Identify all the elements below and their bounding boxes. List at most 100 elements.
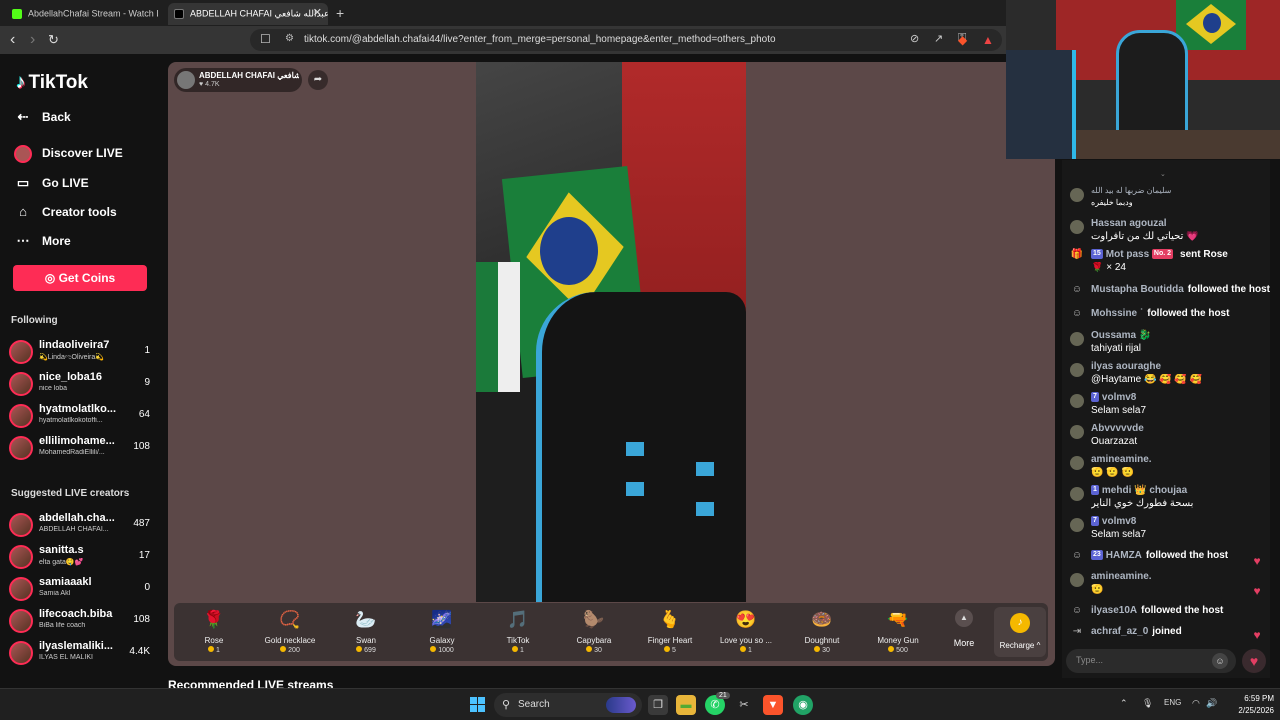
coin-icon: [430, 646, 437, 652]
gift-love-you[interactable]: 😍 Love you so ... 1: [708, 607, 784, 654]
suggested-user[interactable]: sanitta.s elta gata🤤💕 17: [9, 542, 154, 572]
speaker-icon[interactable]: 🔊: [1206, 698, 1217, 709]
avatar: [9, 372, 33, 396]
microphone-icon[interactable]: 🎙: [1142, 698, 1153, 709]
user-icon: ☺: [1071, 284, 1083, 295]
file-explorer-icon[interactable]: ▬: [676, 695, 696, 715]
following-user[interactable]: lindaoliveira7 💫LindaಌOliveira💫 1: [9, 337, 154, 367]
join-icon: ⇥: [1072, 626, 1082, 637]
share-icon[interactable]: ↗: [934, 32, 943, 45]
user-icon: ☺: [1071, 605, 1083, 616]
windows-start-icon[interactable]: [470, 697, 486, 713]
following-user[interactable]: ellilimohame... MohamedRadiEllili/... 108: [9, 433, 154, 463]
gift-rose[interactable]: 🌹 Rose 1: [176, 607, 252, 654]
taskbar-search[interactable]: ⚲ Search: [494, 693, 642, 717]
brave-rewards-icon[interactable]: ▲: [982, 30, 994, 50]
bookmark-icon[interactable]: ☐: [260, 32, 271, 46]
get-coins-button[interactable]: ◎ Get Coins: [13, 265, 147, 291]
browser-tab-tiktok[interactable]: ABDELLAH CHAFAI عبدالله شافعي ✕: [168, 3, 328, 25]
avatar: [1070, 332, 1084, 346]
suggested-user[interactable]: samiaaakl Samia Akl 0: [9, 574, 154, 604]
site-info-icon[interactable]: ⚙: [285, 33, 294, 44]
url-field[interactable]: ☐ ⚙ tiktok.com/@abdellah.chafai44/live?e…: [250, 29, 1002, 51]
host-info[interactable]: ABDELLAH CHAFAI عبدالله شافعي ♥ 4.7K: [174, 68, 302, 92]
browser-tab-kick[interactable]: AbdellahChafai Stream - Watch Live o: [6, 3, 158, 25]
coin-icon: [664, 646, 671, 652]
close-tab-icon[interactable]: ✕: [313, 3, 322, 23]
level-badge: 15: [1091, 249, 1103, 260]
chevron-down-icon[interactable]: ⌄: [1160, 170, 1166, 178]
tiktok-note-icon: ♪: [16, 72, 26, 93]
nav-discover-live[interactable]: Discover LIVE: [14, 145, 123, 163]
avatar: [9, 577, 33, 601]
ellipsis-icon: ⋯: [16, 233, 30, 248]
suggested-user[interactable]: abdellah.cha... ABDELLAH CHAFAI... 487: [9, 510, 154, 540]
reload-icon[interactable]: ↻: [48, 30, 59, 50]
forward-icon[interactable]: ›: [30, 30, 35, 50]
money-gun-icon: 🔫: [887, 610, 909, 629]
gift-gold-necklace[interactable]: 📿 Gold necklace 200: [252, 607, 328, 654]
avatar: [1070, 456, 1084, 470]
gift-galaxy[interactable]: 🌌 Galaxy 1000: [404, 607, 480, 654]
gift-bar: 🌹 Rose 1 📿 Gold necklace 200 🦢 Swan 699 🌌 Galax…: [174, 603, 1048, 661]
no-translate-icon[interactable]: ⊘: [910, 32, 919, 45]
app-icon[interactable]: ◉: [793, 695, 813, 715]
nav-back[interactable]: ⇠ Back: [14, 109, 71, 125]
gift-swan[interactable]: 🦢 Swan 699: [328, 607, 404, 654]
nav-go-live[interactable]: ▭ Go LIVE: [14, 175, 89, 191]
gift-money-gun[interactable]: 🔫 Money Gun 500: [860, 607, 936, 654]
coin-icon: [888, 646, 895, 652]
user-icon: ☺: [1071, 308, 1083, 319]
coin-icon: [280, 646, 287, 652]
coin-icon: [814, 646, 821, 652]
coin-icon: [586, 646, 593, 652]
wifi-icon[interactable]: ◠: [1192, 698, 1200, 709]
like-button[interactable]: ♥: [1242, 649, 1266, 673]
level-badge: 7: [1091, 516, 1099, 527]
back-icon[interactable]: ‹: [10, 30, 15, 50]
recharge-button[interactable]: ♪ Recharge ^: [994, 607, 1046, 657]
emoji-icon[interactable]: ☺: [1212, 653, 1228, 669]
galaxy-icon: 🌌: [431, 610, 453, 629]
tiktok-logo[interactable]: ♪ TikTok: [16, 72, 88, 94]
gift-capybara[interactable]: 🦫 Capybara 30: [556, 607, 632, 654]
gift-finger-heart[interactable]: 🫰 Finger Heart 5: [632, 607, 708, 654]
nav-creator-tools[interactable]: ⌂ Creator tools: [14, 204, 117, 219]
share-icon[interactable]: ➦: [308, 70, 328, 90]
system-clock[interactable]: 6:59 PM 2/25/2026: [1222, 693, 1274, 717]
nav-more[interactable]: ⋯ More: [14, 233, 71, 249]
coin-icon: [208, 646, 215, 652]
brave-browser-icon[interactable]: ▼: [763, 695, 783, 715]
language-indicator[interactable]: ENG: [1164, 698, 1181, 707]
avatar: [1070, 394, 1084, 408]
task-view-icon[interactable]: ❐: [648, 695, 668, 715]
heart-icon: ♥: [1253, 584, 1261, 598]
brave-shield-icon[interactable]: ◆: [958, 30, 967, 50]
new-tab-button[interactable]: +: [336, 5, 344, 21]
gift-tiktok[interactable]: 🎵 TikTok 1: [480, 607, 556, 654]
lightbulb-icon: ⌂: [19, 204, 27, 219]
heart-icon: ♥: [1249, 653, 1259, 669]
chat-input[interactable]: Type... ☺: [1066, 649, 1236, 673]
finger-heart-icon: 🫰: [659, 610, 681, 629]
following-user[interactable]: nice_loba16 nice loba 9: [9, 369, 154, 399]
chevron-up-icon[interactable]: ⌃: [1120, 698, 1128, 709]
algeria-flag: [476, 262, 520, 392]
live-video[interactable]: [476, 62, 746, 602]
level-badge: 7: [1091, 392, 1099, 403]
webcam-overlay: [1006, 0, 1280, 159]
search-highlight-icon: [606, 697, 636, 713]
coin-icon: [512, 646, 519, 652]
suggested-user[interactable]: lifecoach.biba BiBa life coach 108: [9, 606, 154, 636]
suggested-user[interactable]: ilyaslemaliki... ILYAS EL MALIKI 4.4K: [9, 638, 154, 668]
avatar: [9, 545, 33, 569]
coin-icon: ◎: [44, 271, 59, 285]
avatar: [9, 513, 33, 537]
search-icon: ⚲: [502, 699, 511, 711]
avatar: [1070, 363, 1084, 377]
snipping-tool-icon[interactable]: ✂: [734, 695, 754, 715]
gift-doughnut[interactable]: 🍩 Doughnut 30: [784, 607, 860, 654]
more-gifts-button[interactable]: ▲ More: [944, 609, 984, 648]
following-user[interactable]: hyatmolatlko... hyatmolatlkokotoffi... 64: [9, 401, 154, 431]
url-text[interactable]: tiktok.com/@abdellah.chafai44/live?enter…: [304, 34, 776, 45]
